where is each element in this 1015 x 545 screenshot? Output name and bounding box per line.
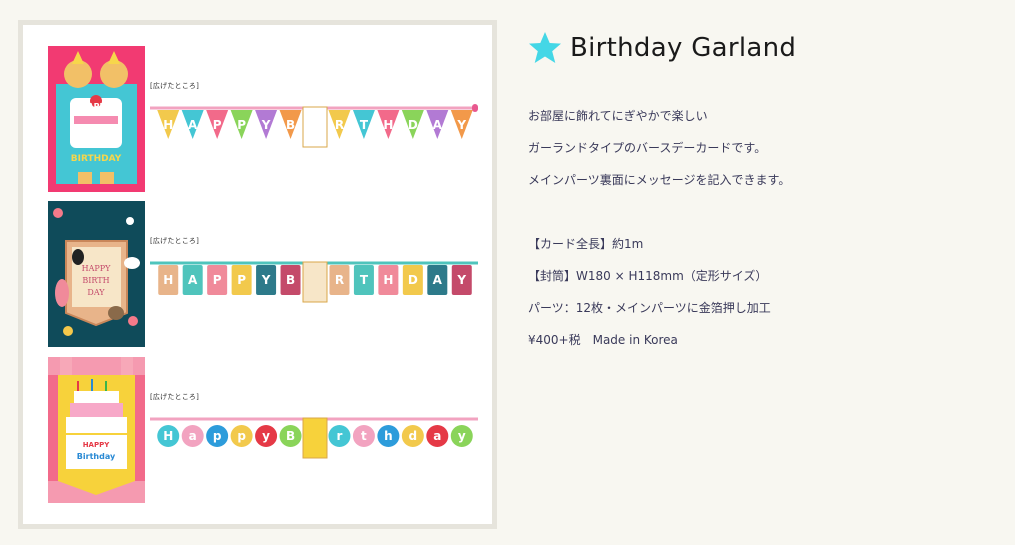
garland-letter: Y: [456, 118, 466, 132]
garland-letter: p: [213, 429, 222, 443]
product-description: お部屋に飾れてにぎやかで楽しい ガーランドタイプのバースデーカードです。 メイン…: [528, 103, 988, 359]
card-cover-text: HAPPY: [82, 264, 112, 273]
garland-letter: t: [361, 429, 367, 443]
garland-letter: H: [163, 429, 173, 443]
garland-letter: a: [189, 429, 197, 443]
garland-letter: a: [433, 429, 441, 443]
garland-letter: A: [188, 118, 198, 132]
garland-letter: H: [163, 273, 173, 287]
garland-letter: Y: [261, 273, 271, 287]
garland-letter: P: [237, 118, 246, 132]
garland-image-birds: HAPPYBIRTHDAY: [150, 261, 478, 303]
card-cover-text: BIRTH: [82, 276, 109, 285]
garland-letter: r: [337, 429, 343, 443]
garland-letter: y: [458, 429, 466, 443]
garland-letter: D: [408, 118, 418, 132]
garland-letter: B: [286, 429, 295, 443]
garland-letter: T: [360, 273, 369, 287]
garland-letter: Y: [261, 118, 271, 132]
spec-price-origin: ¥400+税 Made in Korea: [528, 333, 678, 347]
card-cover-text: HAPPY: [81, 102, 112, 111]
garland-letter: d: [409, 429, 418, 443]
garland-letter: B: [286, 273, 295, 287]
garland-letter: R: [335, 273, 344, 287]
description-line: ガーランドタイプのバースデーカードです。: [528, 141, 767, 155]
garland-letter: D: [408, 273, 418, 287]
garland-letter: R: [335, 118, 344, 132]
garland-letter: H: [383, 118, 393, 132]
garland-letter: A: [433, 273, 443, 287]
garland-letter: P: [213, 273, 222, 287]
card-cover-text: DAY: [87, 288, 105, 297]
garland-main-part: [302, 106, 328, 148]
card-cover-text: Birthday: [77, 452, 116, 461]
garland-image-cake: HappyBirthday: [150, 417, 478, 459]
card-cover-text: HAPPY: [83, 441, 111, 449]
garland-letter: Y: [456, 273, 466, 287]
garland-letter: T: [360, 118, 369, 132]
star-icon: [529, 32, 561, 63]
garland-image-cats: HAPPYBIRTHDAY: [150, 104, 478, 148]
garland-main-part: [302, 261, 328, 303]
description-line: お部屋に飾れてにぎやかで楽しい: [528, 109, 708, 123]
spec-envelope: 【封筒】W180 × H118mm（定形サイズ）: [528, 269, 768, 283]
card-image-cats[interactable]: HAPPY BIRTHDAY: [48, 46, 145, 192]
garland-main-part: [302, 417, 328, 459]
spec-parts: パーツ：12枚・メインパーツに金箔押し加工: [528, 301, 771, 315]
garland-letter: H: [163, 118, 173, 132]
product-gallery-frame: HAPPY BIRTHDAY [広げたところ] HAPPYBIRTHDAY HA…: [18, 20, 497, 529]
garland-letter: A: [433, 118, 443, 132]
garland-letter: P: [213, 118, 222, 132]
garland-letter: y: [262, 429, 270, 443]
garland-letter: h: [384, 429, 393, 443]
garland-letter: H: [383, 273, 393, 287]
garland-letter: A: [188, 273, 198, 287]
product-header: Birthday Garland: [528, 28, 796, 68]
card-cover-text: BIRTHDAY: [71, 154, 122, 164]
product-title: Birthday Garland: [570, 33, 797, 63]
card-image-birds[interactable]: HAPPY BIRTH DAY: [48, 201, 145, 347]
garland-letter: p: [237, 429, 246, 443]
card-image-cake[interactable]: HAPPY Birthday: [48, 357, 145, 503]
garland-letter: P: [237, 273, 246, 287]
description-line: メインパーツ裏面にメッセージを記入できます。: [528, 173, 791, 187]
garland-letter: B: [286, 118, 295, 132]
spec-length: 【カード全長】約1m: [528, 237, 644, 251]
